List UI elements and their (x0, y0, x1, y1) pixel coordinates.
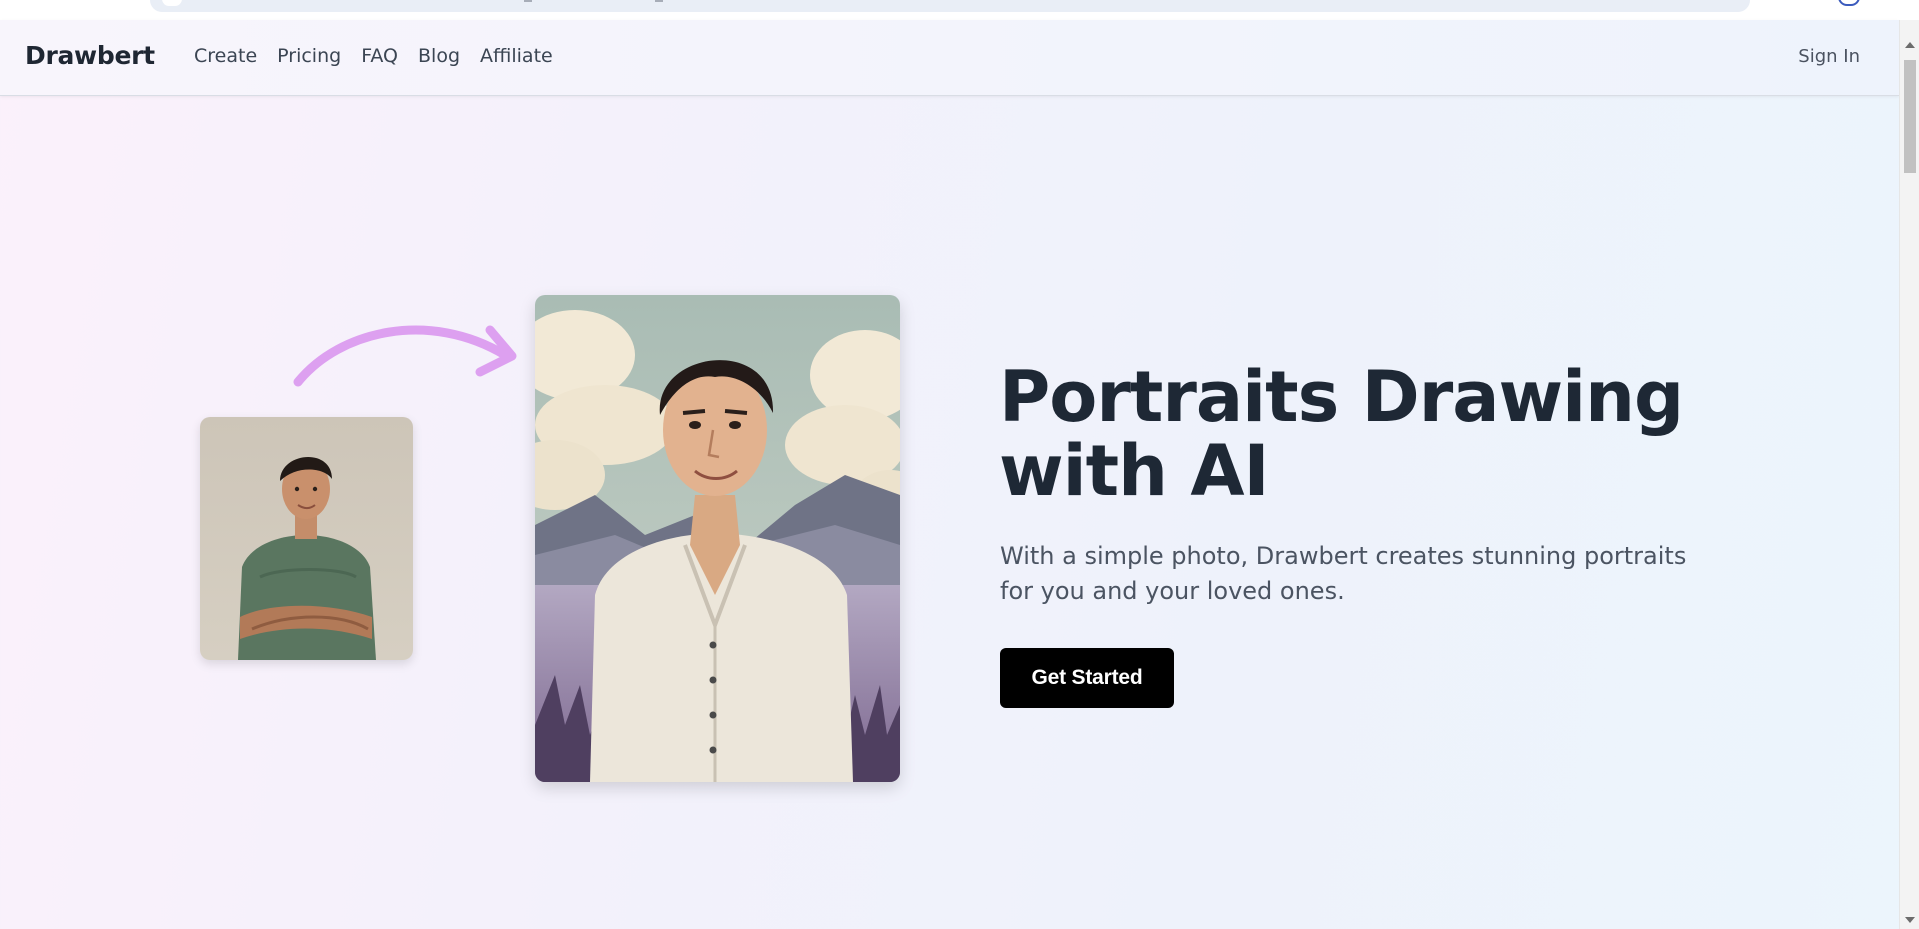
brand-logo[interactable]: Drawbert (25, 41, 155, 70)
ai-portrait (535, 295, 900, 782)
nav-links: Create Pricing FAQ Blog Affiliate (194, 45, 573, 67)
hero-title-line2: with AI (999, 430, 1270, 512)
nav-link-pricing[interactable]: Pricing (277, 45, 341, 67)
nav-link-create[interactable]: Create (194, 45, 257, 67)
nav-link-blog[interactable]: Blog (418, 45, 460, 67)
profile-icon[interactable] (1838, 0, 1860, 6)
page-scrollbar[interactable] (1899, 20, 1919, 929)
address-text-fragment (524, 0, 532, 2)
get-started-button[interactable]: Get Started (1000, 648, 1174, 708)
address-bar[interactable] (150, 0, 1750, 12)
sign-in-link[interactable]: Sign In (1798, 46, 1860, 67)
browser-toolbar (0, 0, 1919, 20)
original-photo-image (200, 417, 413, 660)
curved-arrow-icon (293, 325, 517, 387)
hero-subtitle: With a simple photo, Drawbert creates st… (1000, 542, 1687, 605)
ai-portrait-image (535, 295, 900, 782)
top-navbar: Drawbert Create Pricing FAQ Blog Affilia… (0, 20, 1899, 96)
scroll-thumb[interactable] (1904, 60, 1916, 173)
hero-title: Portraits Drawing with AI (999, 360, 1859, 508)
scroll-up-icon[interactable] (1905, 42, 1915, 48)
nav-link-faq[interactable]: FAQ (361, 45, 398, 67)
scroll-down-icon[interactable] (1905, 917, 1915, 923)
hero-title-line1: Portraits Drawing (999, 356, 1684, 438)
original-photo (200, 417, 413, 660)
nav-link-affiliate[interactable]: Affiliate (480, 45, 553, 67)
address-text-fragment (655, 0, 663, 2)
